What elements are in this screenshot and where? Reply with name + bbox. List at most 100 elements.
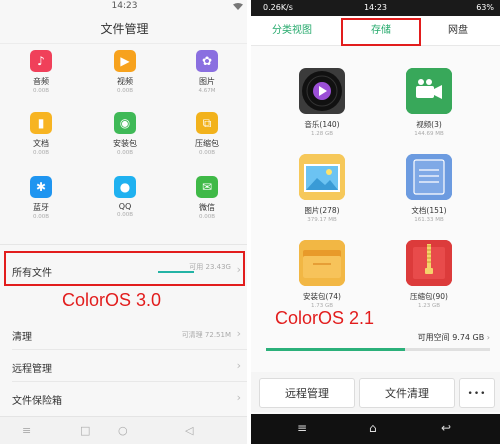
- picture-icon: ✿: [196, 50, 218, 72]
- category-video[interactable]: ▶ 视频 0.00B: [94, 50, 156, 94]
- category-qq[interactable]: ● QQ 0.00B: [94, 176, 156, 218]
- action-buttons: 远程管理 文件清理 •••: [251, 372, 500, 412]
- file-clean-button[interactable]: 文件清理: [359, 378, 455, 408]
- battery-level: 63%: [476, 3, 494, 12]
- divider: [12, 381, 247, 382]
- category-size: 0.00B: [116, 150, 134, 156]
- divider: [0, 244, 247, 245]
- clean-size: 可清理 72.51M: [181, 331, 231, 339]
- available-space[interactable]: 可用空间 9.74 GB ›: [418, 332, 490, 343]
- category-size: 0.00B: [32, 214, 50, 220]
- category-zip[interactable]: ⧉ 压缩包 0.00B: [176, 112, 238, 156]
- category-label: 视频: [117, 77, 133, 86]
- file-type-label: 安装包(74): [303, 292, 341, 301]
- storage-usage-fill: [266, 348, 405, 351]
- home-circle-icon[interactable]: ○: [118, 424, 128, 437]
- coloros2-screen: 0.26K/s 14:23 63% 分类视图 存储 网盘 音乐(140) 1.2…: [251, 0, 500, 444]
- category-label: 安装包: [113, 139, 137, 148]
- document-icon: ▮: [30, 112, 52, 134]
- home-icon[interactable]: ⌂: [369, 421, 377, 435]
- file-safe-row[interactable]: 文件保险箱 ›: [0, 384, 247, 414]
- status-time: 14:23: [363, 3, 388, 12]
- file-type-label: 压缩包(90): [410, 292, 448, 301]
- file-type-size: 144.69 MB: [414, 131, 444, 137]
- file-type-music[interactable]: 音乐(140) 1.28 GB: [277, 68, 367, 137]
- category-size: 0.00B: [198, 214, 216, 220]
- chevron-right-icon: ›: [236, 391, 241, 404]
- category-size: 0.00B: [116, 88, 134, 94]
- category-size: 0.00B: [116, 212, 134, 218]
- category-size: 0.00B: [32, 88, 50, 94]
- category-label: 音频: [33, 77, 49, 86]
- file-type-size: 161.33 MB: [414, 217, 444, 223]
- category-label: 压缩包: [195, 139, 219, 148]
- home-square-icon[interactable]: □: [80, 424, 90, 437]
- page-title: 文件管理: [0, 14, 247, 44]
- chevron-right-icon: ›: [236, 359, 241, 372]
- bluetooth-icon: ✱: [30, 176, 52, 198]
- category-size: 0.00B: [198, 150, 216, 156]
- category-label: QQ: [118, 202, 132, 211]
- picture-folder-icon: [299, 154, 345, 200]
- file-type-video[interactable]: 视频(3) 144.69 MB: [384, 68, 474, 137]
- document-notebook-icon: [406, 154, 452, 200]
- category-android[interactable]: ◉ 安装包 0.00B: [94, 112, 156, 156]
- music-icon: ♪: [30, 50, 52, 72]
- category-label: 文档: [33, 139, 49, 148]
- category-picture[interactable]: ✿ 图片 4.67M: [176, 50, 238, 94]
- clean-row[interactable]: 清理 可清理 72.51M ›: [0, 320, 247, 350]
- category-document[interactable]: ▮ 文档 0.00B: [10, 112, 72, 156]
- wechat-icon: ✉: [196, 176, 218, 198]
- chevron-right-icon: ›: [486, 333, 490, 342]
- more-options-button[interactable]: •••: [459, 378, 495, 408]
- category-size: 0.00B: [32, 150, 50, 156]
- file-type-size: 379.17 MB: [307, 217, 337, 223]
- os-version-annotation: ColorOS 2.1: [275, 308, 375, 328]
- android-icon: ◉: [114, 112, 136, 134]
- storage-usage-bar: [266, 348, 490, 351]
- remote-manage-row[interactable]: 远程管理 ›: [0, 352, 247, 382]
- nav-bar: ≡ □ ○ ◁: [0, 416, 247, 444]
- wifi-icon: [233, 3, 243, 10]
- chevron-right-icon: ›: [236, 327, 241, 340]
- file-type-archives[interactable]: 压缩包(90) 1.23 GB: [384, 240, 474, 309]
- category-size: 4.67M: [198, 88, 216, 94]
- file-type-label: 视频(3): [416, 120, 442, 129]
- back-icon[interactable]: ◁: [185, 424, 193, 437]
- video-camera-icon: [406, 68, 452, 114]
- file-safe-label: 文件保险箱: [12, 396, 62, 407]
- status-bar: 0.26K/s 14:23 63%: [251, 0, 500, 16]
- category-label: 图片: [199, 77, 215, 86]
- menu-icon[interactable]: ≡: [22, 424, 31, 437]
- file-type-pictures[interactable]: 图片(278) 379.17 MB: [277, 154, 367, 223]
- category-label: 蓝牙: [33, 203, 49, 212]
- tab-cloud[interactable]: 网盘: [423, 16, 493, 46]
- clean-label: 清理: [12, 332, 32, 343]
- category-wechat[interactable]: ✉ 微信 0.00B: [176, 176, 238, 220]
- package-folder-icon: [299, 240, 345, 286]
- divider: [12, 349, 247, 350]
- remote-manage-button[interactable]: 远程管理: [259, 378, 355, 408]
- zip-icon: ⧉: [196, 112, 218, 134]
- file-type-size: 1.28 GB: [310, 131, 334, 137]
- file-type-documents[interactable]: 文档(151) 161.33 MB: [384, 154, 474, 223]
- menu-icon[interactable]: ≡: [297, 421, 307, 435]
- available-space-text: 可用空间 9.74 GB: [417, 333, 485, 342]
- os-version-annotation: ColorOS 3.0: [62, 290, 162, 310]
- category-label: 微信: [199, 203, 215, 212]
- file-type-size: 1.23 GB: [417, 303, 441, 309]
- music-disc-icon: [299, 68, 345, 114]
- category-bluetooth[interactable]: ✱ 蓝牙 0.00B: [10, 176, 72, 220]
- zip-folder-icon: [406, 240, 452, 286]
- file-type-packages[interactable]: 安装包(74) 1.73 GB: [277, 240, 367, 309]
- category-music[interactable]: ♪ 音频 0.00B: [10, 50, 72, 94]
- back-icon[interactable]: ↩: [441, 421, 451, 435]
- qq-icon: ●: [114, 176, 136, 198]
- highlight-box: [4, 251, 245, 286]
- remote-manage-label: 远程管理: [12, 364, 52, 375]
- video-icon: ▶: [114, 50, 136, 72]
- tab-category-view[interactable]: 分类视图: [257, 16, 327, 46]
- highlight-box: [341, 18, 421, 46]
- status-bar: 14:23: [0, 0, 247, 14]
- status-time: 14:23: [111, 1, 138, 11]
